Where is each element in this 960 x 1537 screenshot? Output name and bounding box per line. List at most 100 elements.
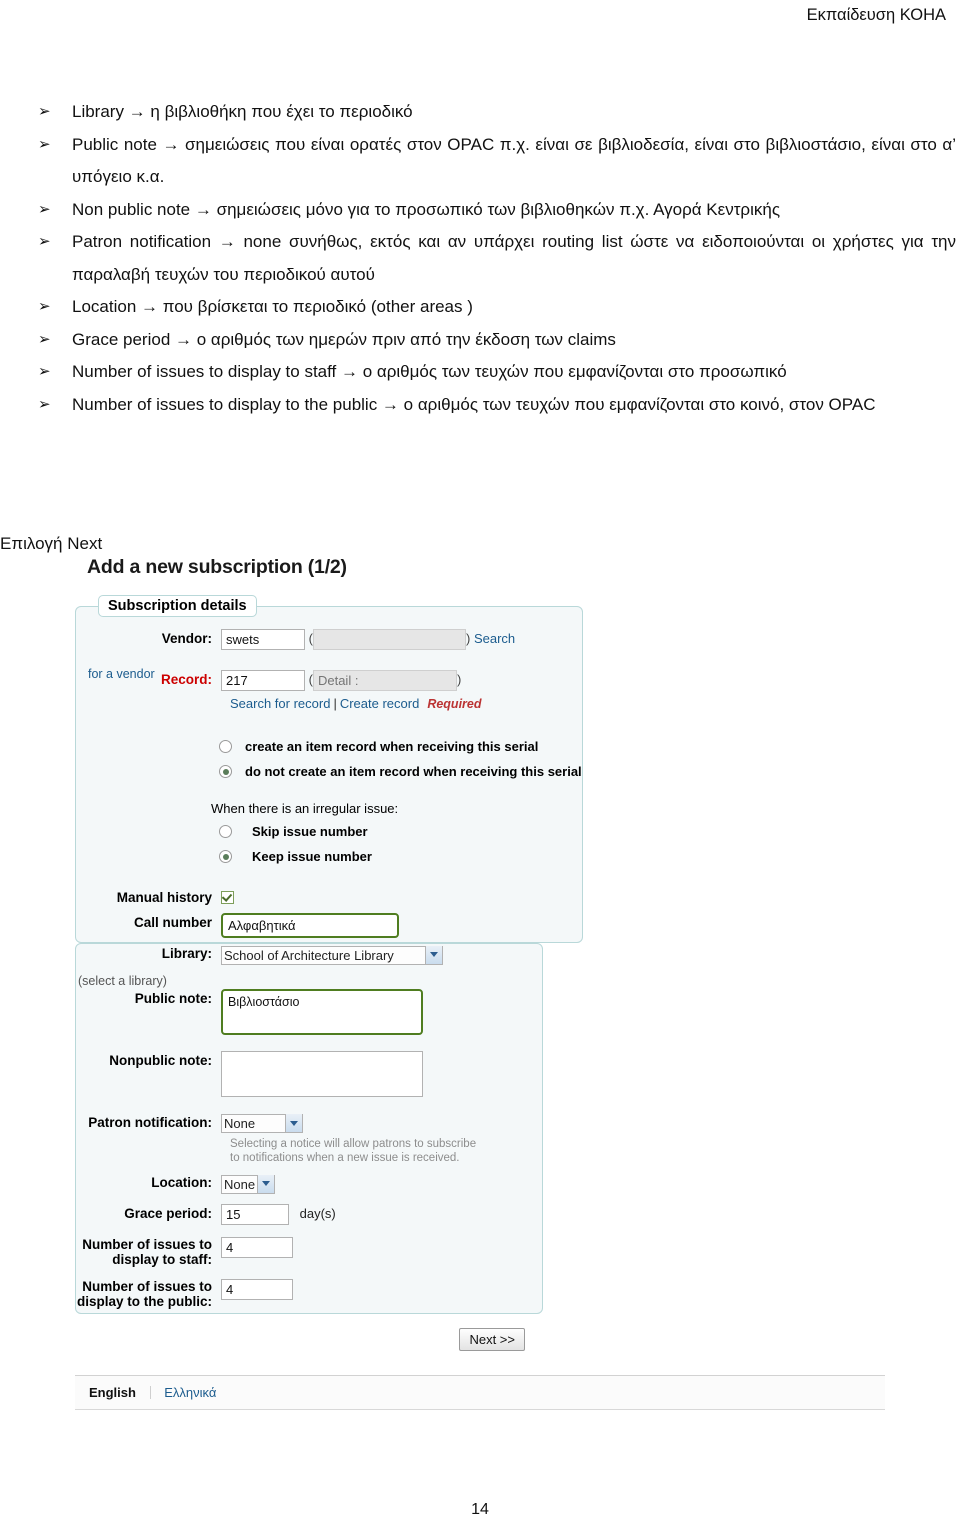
list-item: ➢ Number of issues to display to the pub… xyxy=(0,389,960,422)
list-item-text: Location → που βρίσκεται το περιοδικό (o… xyxy=(72,297,473,316)
nonpublic-note-textarea[interactable] xyxy=(221,1050,423,1097)
patron-notification-select-wrap[interactable]: None xyxy=(221,1113,303,1134)
radio-create-item-row[interactable]: create an item record when receiving thi… xyxy=(76,739,582,754)
issues-staff-input[interactable] xyxy=(221,1237,293,1259)
list-item-text: Public note → σημειώσεις που είναι ορατέ… xyxy=(72,134,956,187)
radio-no-create-item-icon[interactable] xyxy=(219,765,232,779)
call-number-field-group xyxy=(221,913,582,939)
issues-public-input[interactable] xyxy=(221,1279,293,1301)
page-number: 14 xyxy=(471,1501,489,1518)
list-item: ➢ Grace period → ο αριθμός των ημερών πρ… xyxy=(0,324,960,357)
required-note: Required xyxy=(427,697,482,712)
public-note-label: Public note: xyxy=(134,990,212,1006)
vendor-label: Vendor: xyxy=(161,631,212,646)
location-label: Location: xyxy=(151,1175,212,1191)
library-row: Library: School of Architecture Library xyxy=(76,944,542,965)
list-item-text: Grace period → ο αριθμός των ημερών πριν… xyxy=(72,329,616,349)
arrow-bullet-icon: ➢ xyxy=(38,298,51,315)
nonpublic-note-field-group xyxy=(221,1050,542,1097)
public-note-row: Public note: Βιβλιοστάσιο xyxy=(76,988,542,1035)
call-number-row: Call number xyxy=(76,913,582,939)
radio-no-create-item-row[interactable]: do not create an item record when receiv… xyxy=(76,764,582,779)
location-select[interactable]: None xyxy=(221,1174,275,1194)
call-number-input[interactable] xyxy=(221,913,399,939)
record-number-input[interactable] xyxy=(221,670,305,692)
location-row: Location: None xyxy=(76,1173,542,1194)
public-note-field-group: Βιβλιοστάσιο xyxy=(221,988,542,1035)
library-field-group: School of Architecture Library xyxy=(221,944,542,965)
grace-period-field-group: day(s) xyxy=(221,1203,542,1225)
list-item: ➢ Number of issues to display to staff →… xyxy=(0,356,960,389)
manual-history-checkbox[interactable] xyxy=(221,891,234,905)
library-select[interactable]: School of Architecture Library xyxy=(221,945,443,965)
radio-create-item-label: create an item record when receiving thi… xyxy=(245,739,539,755)
language-english[interactable]: English xyxy=(89,1385,136,1400)
list-item: ➢ Patron notification → none συνήθως, εκ… xyxy=(0,226,960,291)
radio-skip-issue-icon[interactable] xyxy=(219,825,232,839)
record-detail-input[interactable] xyxy=(312,670,457,692)
list-item-text: Number of issues to display to staff → ο… xyxy=(72,362,787,381)
irregular-issue-title: When there is an irregular issue: xyxy=(211,801,399,817)
radio-keep-issue-label: Keep issue number xyxy=(252,849,372,865)
arrow-bullet-icon: ➢ xyxy=(38,330,51,348)
issues-staff-field-group xyxy=(221,1237,542,1259)
record-field-group: () xyxy=(221,670,582,692)
issues-public-row: Number of issues to display to the publi… xyxy=(76,1279,542,1309)
arrow-bullet-icon: ➢ xyxy=(38,395,51,413)
arrow-bullet-icon: ➢ xyxy=(38,233,51,250)
list-item-text: Non public note → σημειώσεις μόνο για το… xyxy=(72,199,781,219)
vendor-hint-link[interactable]: for a vendor xyxy=(88,667,155,681)
bullet-list: ➢ Library → η βιβλιοθήκη που έχει το περ… xyxy=(0,96,960,421)
location-field-group: None xyxy=(221,1173,542,1194)
document-body: ➢ Library → η βιβλιοθήκη που έχει το περ… xyxy=(0,96,960,421)
language-bar: English Ελληνικά xyxy=(75,1374,885,1410)
irregular-radio-group: Skip issue number Keep issue number xyxy=(76,824,582,864)
item-record-radio-group: create an item record when receiving thi… xyxy=(76,739,582,779)
nonpublic-note-label: Nonpublic note: xyxy=(109,1052,212,1068)
header-title: Εκπαίδευση ΚΟΗΑ xyxy=(806,6,946,24)
radio-keep-issue-icon[interactable] xyxy=(219,850,232,864)
language-divider xyxy=(149,1385,151,1399)
library-label: Library: xyxy=(161,946,212,962)
location-select-wrap[interactable]: None xyxy=(221,1174,275,1194)
paren-close: ) xyxy=(456,672,462,688)
document-header: Εκπαίδευση ΚΟΗΑ xyxy=(0,0,960,40)
radio-no-create-item-label: do not create an item record when receiv… xyxy=(245,764,582,780)
list-item: ➢ Location → που βρίσκεται το περιοδικό … xyxy=(0,291,960,324)
patron-notification-label: Patron notification: xyxy=(88,1114,212,1130)
manual-history-label: Manual history xyxy=(116,890,212,906)
radio-skip-issue-row[interactable]: Skip issue number xyxy=(76,824,582,839)
vendor-field-group: () Search xyxy=(221,629,582,651)
vendor-name-input[interactable] xyxy=(312,629,466,651)
public-note-textarea[interactable]: Βιβλιοστάσιο xyxy=(221,988,423,1035)
subscription-details-legend: Subscription details xyxy=(98,595,257,617)
radio-create-item-icon[interactable] xyxy=(219,740,232,754)
radio-skip-issue-label: Skip issue number xyxy=(252,824,368,840)
list-item-text: Number of issues to display to the publi… xyxy=(72,394,876,414)
subscription-library-fieldset: (select a library) Library: School of Ar… xyxy=(75,943,543,1314)
vendor-search-link[interactable]: Search xyxy=(474,631,515,646)
next-button-container: Next >> xyxy=(75,1327,543,1351)
page-title: Add a new subscription (1/2) xyxy=(87,556,347,578)
next-button[interactable]: Next >> xyxy=(459,1327,525,1351)
arrow-bullet-icon: ➢ xyxy=(38,103,51,120)
grace-period-row: Grace period: day(s) xyxy=(76,1203,542,1225)
grace-period-label: Grace period: xyxy=(124,1205,212,1221)
koha-screenshot: Add a new subscription (1/2) Subscriptio… xyxy=(75,556,895,1410)
create-record-link[interactable]: Create record xyxy=(340,696,419,711)
vendor-row: Vendor: () Search xyxy=(76,629,582,651)
patron-notification-select[interactable]: None xyxy=(221,1114,303,1134)
subscription-details-fieldset: Subscription details for a vendor Vendor… xyxy=(75,595,583,944)
grace-period-input[interactable] xyxy=(221,1203,289,1225)
radio-keep-issue-row[interactable]: Keep issue number xyxy=(76,849,582,864)
arrow-bullet-icon: ➢ xyxy=(38,200,51,218)
language-greek[interactable]: Ελληνικά xyxy=(164,1385,216,1400)
nonpublic-note-row: Nonpublic note: xyxy=(76,1050,542,1097)
search-for-record-link[interactable]: Search for record xyxy=(230,696,330,711)
manual-history-row: Manual history xyxy=(76,890,582,905)
library-select-wrap[interactable]: School of Architecture Library xyxy=(221,945,443,965)
issues-public-field-group xyxy=(221,1279,542,1301)
paren-close: ) xyxy=(465,631,471,646)
link-separator: | xyxy=(333,696,337,712)
vendor-id-input[interactable] xyxy=(221,629,305,651)
